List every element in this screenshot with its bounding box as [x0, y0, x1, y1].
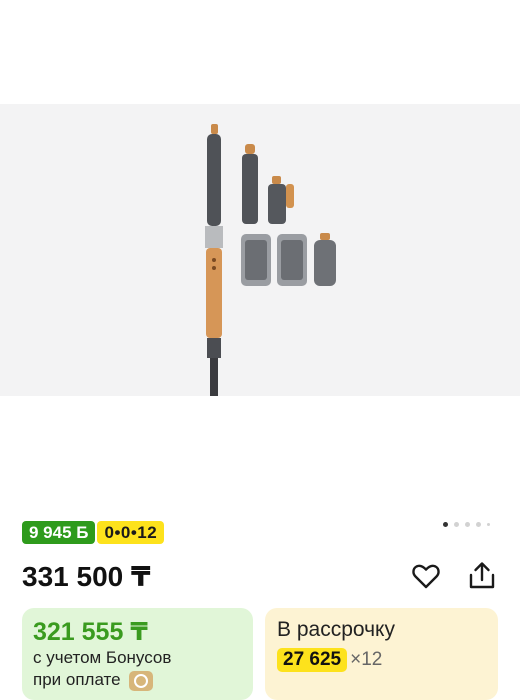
share-icon [469, 562, 495, 589]
carousel-dot-active[interactable] [443, 522, 448, 527]
favorite-button[interactable] [410, 560, 442, 592]
bonus-coin-icon [129, 670, 154, 691]
promo-badges: 9 945 Б 0•0•12 [22, 521, 165, 544]
carousel-dot[interactable] [465, 522, 470, 527]
carousel-dot[interactable] [487, 523, 490, 526]
installment-title: В рассрочку [277, 618, 395, 641]
heart-icon [412, 564, 440, 589]
product-image[interactable] [0, 104, 520, 396]
product-photo [205, 124, 336, 396]
bonus-badge: 9 945 Б [22, 521, 96, 544]
bonus-price: 321 555 ₸ [33, 618, 148, 646]
installment-badge: 0•0•12 [97, 521, 165, 544]
share-button[interactable] [466, 560, 498, 592]
carousel-dot[interactable] [476, 522, 481, 527]
installment-monthly: 27 625 [277, 648, 348, 672]
installment-row: 27 625 ×12 [277, 648, 382, 672]
installment-term: ×12 [350, 649, 383, 670]
bonus-price-card[interactable]: 321 555 ₸ с учетом Бонусов при оплате [22, 608, 253, 700]
product-price: 331 500 ₸ [22, 561, 151, 592]
carousel-dot[interactable] [454, 522, 459, 527]
installment-card[interactable]: В рассрочку 27 625 ×12 [265, 608, 498, 700]
bonus-payment-line: при оплате [33, 670, 154, 691]
bonus-caption: с учетом Бонусов [33, 648, 172, 667]
image-carousel-indicator[interactable] [443, 522, 490, 527]
bonus-payment-label: при оплате [33, 670, 121, 689]
